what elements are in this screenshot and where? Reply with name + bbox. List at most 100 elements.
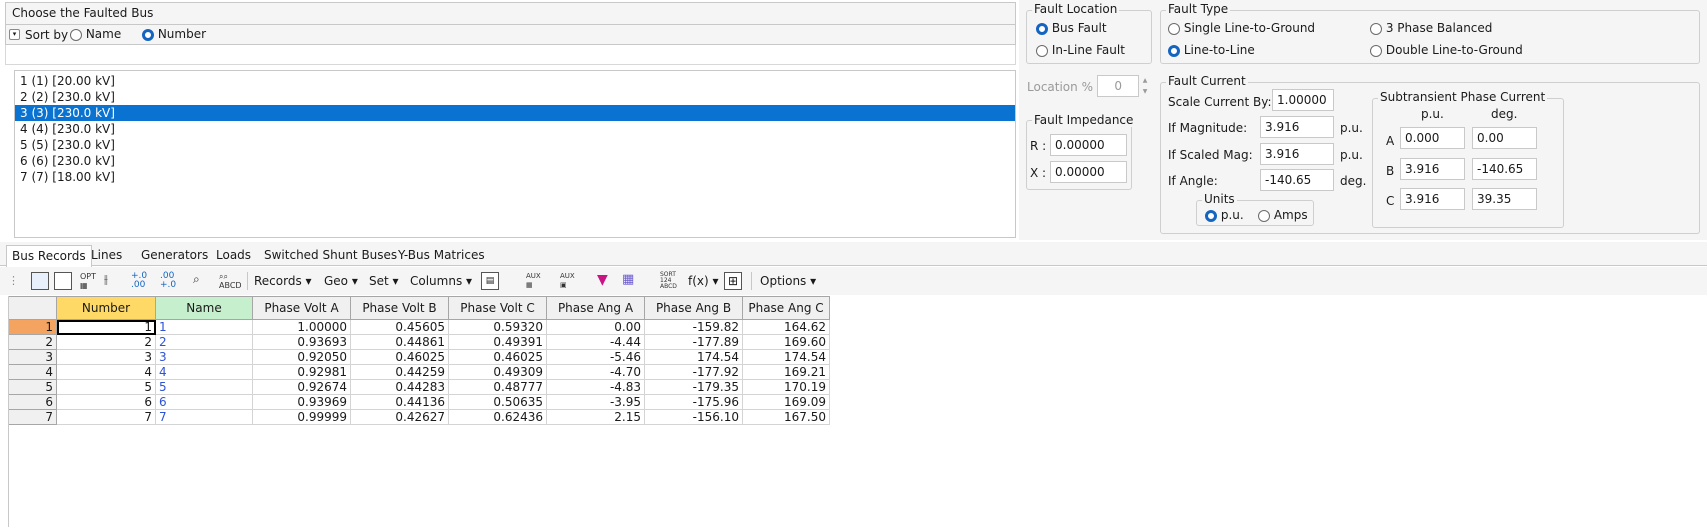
geo-menu[interactable]: Geo ▾: [324, 270, 358, 292]
table-row[interactable]: 5 5 5 0.92674 0.44283 0.48777 -4.83 -179…: [8, 379, 830, 395]
bus-fault-option[interactable]: Bus Fault: [1036, 21, 1107, 35]
find-abcd-icon[interactable]: ⌕⌕ ABCD: [219, 272, 242, 290]
cell-name[interactable]: 7: [155, 409, 253, 425]
increase-decimals-icon[interactable]: +.0.00: [131, 272, 149, 290]
table-row[interactable]: 6 6 6 0.93969 0.44136 0.50635 -3.95 -175…: [8, 394, 830, 410]
column-width-icon[interactable]: ⫲: [104, 272, 122, 290]
inline-fault-option[interactable]: In-Line Fault: [1036, 43, 1125, 57]
bus-list-item[interactable]: 5 (5) [230.0 kV]: [15, 137, 1015, 153]
table-options-icon[interactable]: ▦: [622, 272, 640, 290]
resistance-input[interactable]: 0.00000: [1050, 134, 1127, 156]
cell-phase-ang-c[interactable]: 170.19: [742, 379, 830, 395]
bus-list-item[interactable]: 1 (1) [20.00 kV]: [15, 73, 1015, 89]
cell-name[interactable]: 3: [155, 349, 253, 365]
sort-name-radio[interactable]: [70, 28, 82, 41]
units-pu-radio[interactable]: [1205, 209, 1217, 222]
cell-phase-volt-b[interactable]: 0.44136: [350, 394, 449, 410]
decrease-decimals-icon[interactable]: .00 +.0: [160, 272, 178, 290]
cell-phase-ang-b[interactable]: 174.54: [644, 349, 743, 365]
row-header[interactable]: 7: [8, 409, 57, 425]
table-row[interactable]: 2 2 2 0.93693 0.44861 0.49391 -4.44 -177…: [8, 334, 830, 350]
bus-list-item[interactable]: 4 (4) [230.0 kV]: [15, 121, 1015, 137]
cell-phase-volt-c[interactable]: 0.48777: [448, 379, 547, 395]
cell-phase-volt-a[interactable]: 0.93969: [252, 394, 351, 410]
row-header[interactable]: 4: [8, 364, 57, 380]
cell-phase-volt-a[interactable]: 0.92981: [252, 364, 351, 380]
grid-icon[interactable]: ⊞: [724, 272, 742, 290]
fault-type-ll[interactable]: Line-to-Line: [1168, 43, 1255, 57]
cell-number[interactable]: 7: [56, 409, 156, 425]
cell-phase-volt-c[interactable]: 0.50635: [448, 394, 547, 410]
tab-loads[interactable]: Loads: [211, 245, 256, 265]
fault-type-3ph-radio[interactable]: [1370, 22, 1382, 35]
bus-list-item[interactable]: 6 (6) [230.0 kV]: [15, 153, 1015, 169]
cell-phase-ang-a[interactable]: -3.95: [546, 394, 645, 410]
cell-phase-ang-c[interactable]: 174.54: [742, 349, 830, 365]
inline-fault-radio[interactable]: [1036, 44, 1048, 57]
column-header-name[interactable]: Name: [155, 296, 253, 320]
cell-phase-ang-c[interactable]: 169.21: [742, 364, 830, 380]
cell-phase-volt-c[interactable]: 0.46025: [448, 349, 547, 365]
fault-type-dlg[interactable]: Double Line-to-Ground: [1370, 43, 1523, 57]
restore-grid-icon[interactable]: [54, 272, 72, 290]
cell-number[interactable]: 3: [56, 349, 156, 365]
column-header-phase-ang-b[interactable]: Phase Ang B: [644, 296, 743, 320]
row-header[interactable]: 6: [8, 394, 57, 410]
cell-name[interactable]: 4: [155, 364, 253, 380]
cell-number[interactable]: 5: [56, 379, 156, 395]
cell-phase-volt-a[interactable]: 1.00000: [252, 319, 351, 335]
location-spinner[interactable]: ▲ ▼: [1138, 75, 1152, 97]
cell-name[interactable]: 1: [155, 319, 253, 335]
column-header-phase-volt-a[interactable]: Phase Volt A: [252, 296, 351, 320]
cell-phase-ang-c[interactable]: 169.60: [742, 334, 830, 350]
options-grid-icon[interactable]: OPT ▦: [80, 272, 98, 290]
cell-name[interactable]: 6: [155, 394, 253, 410]
fault-type-slg-radio[interactable]: [1168, 22, 1180, 35]
cell-phase-ang-a[interactable]: 0.00: [546, 319, 645, 335]
aux-import-icon[interactable]: AUX ▣: [560, 272, 578, 290]
cell-phase-volt-c[interactable]: 0.59320: [448, 319, 547, 335]
cell-phase-ang-b[interactable]: -179.35: [644, 379, 743, 395]
aux-export-icon[interactable]: AUX ▦: [526, 272, 544, 290]
cell-phase-ang-b[interactable]: -175.96: [644, 394, 743, 410]
column-header-phase-ang-c[interactable]: Phase Ang C: [742, 296, 830, 320]
column-header-number[interactable]: Number: [56, 296, 156, 320]
table-row[interactable]: 4 4 4 0.92981 0.44259 0.49309 -4.70 -177…: [8, 364, 830, 380]
cell-phase-volt-a[interactable]: 0.92050: [252, 349, 351, 365]
cell-phase-volt-a[interactable]: 0.92674: [252, 379, 351, 395]
cell-phase-ang-b[interactable]: -156.10: [644, 409, 743, 425]
bus-filter-input[interactable]: [5, 45, 1016, 65]
cell-phase-volt-a[interactable]: 0.93693: [252, 334, 351, 350]
row-header[interactable]: 2: [8, 334, 57, 350]
cell-phase-ang-a[interactable]: -4.44: [546, 334, 645, 350]
tab-y-bus-matrices[interactable]: Y-Bus Matrices: [393, 245, 490, 265]
units-pu-option[interactable]: p.u.: [1205, 208, 1244, 222]
bus-list-item[interactable]: 7 (7) [18.00 kV]: [15, 169, 1015, 185]
units-amps-option[interactable]: Amps: [1258, 208, 1308, 222]
row-header[interactable]: 1: [8, 319, 57, 335]
sort-number-radio[interactable]: [142, 28, 154, 41]
filter-icon[interactable]: ▼: [597, 272, 615, 290]
column-header-phase-volt-b[interactable]: Phase Volt B: [350, 296, 449, 320]
fault-type-slg[interactable]: Single Line-to-Ground: [1168, 21, 1315, 35]
options-menu[interactable]: Options ▾: [760, 270, 816, 292]
fx-menu[interactable]: f(x) ▾: [688, 270, 719, 292]
sort-name-option[interactable]: Name: [70, 27, 121, 41]
sort-number-option[interactable]: Number: [142, 27, 206, 41]
cell-number[interactable]: 4: [56, 364, 156, 380]
cell-phase-volt-b[interactable]: 0.46025: [350, 349, 449, 365]
cell-phase-volt-c[interactable]: 0.49309: [448, 364, 547, 380]
find-icon[interactable]: ⌕: [193, 272, 211, 290]
cell-phase-volt-c[interactable]: 0.49391: [448, 334, 547, 350]
cell-phase-volt-b[interactable]: 0.44861: [350, 334, 449, 350]
sort-collapse-button[interactable]: ▾: [9, 29, 20, 40]
cell-phase-ang-c[interactable]: 169.09: [742, 394, 830, 410]
set-menu[interactable]: Set ▾: [369, 270, 399, 292]
tab-switched-shunt-buses[interactable]: Switched Shunt Buses: [259, 245, 402, 265]
fault-type-dlg-radio[interactable]: [1370, 44, 1382, 57]
cell-name[interactable]: 2: [155, 334, 253, 350]
bus-records-grid[interactable]: Number Name Phase Volt A Phase Volt B Ph…: [8, 296, 830, 425]
cell-phase-volt-b[interactable]: 0.44283: [350, 379, 449, 395]
tab-lines[interactable]: Lines: [86, 245, 127, 265]
columns-menu[interactable]: Columns ▾: [410, 270, 472, 292]
